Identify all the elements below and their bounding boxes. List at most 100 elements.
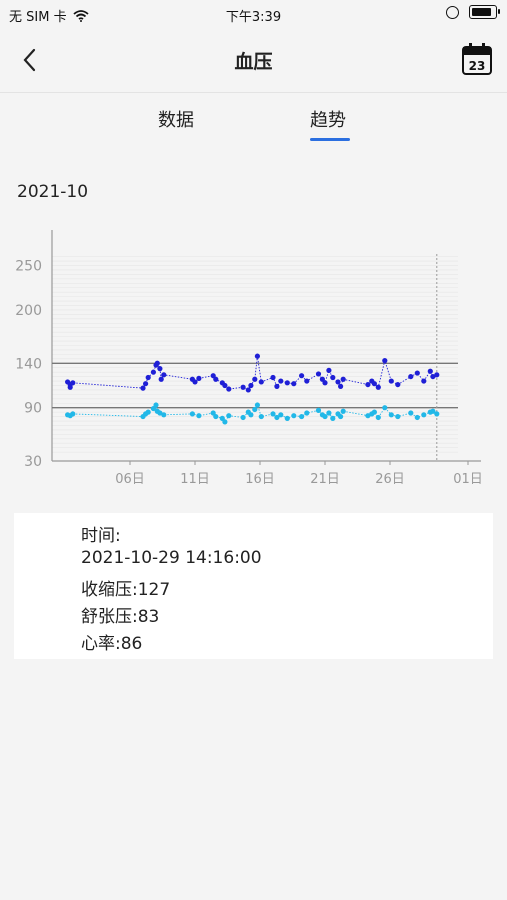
- diastolic-point: [330, 415, 336, 421]
- systolic-point: [291, 381, 297, 387]
- systolic-point: [226, 386, 232, 392]
- systolic-point: [322, 380, 328, 386]
- time-label: 时间:: [81, 526, 121, 546]
- systolic-point: [414, 370, 420, 376]
- systolic-point: [388, 378, 394, 384]
- diastolic-point: [70, 411, 76, 417]
- diastolic-point: [222, 419, 228, 425]
- diastolic-point: [258, 413, 264, 420]
- systolic-point: [340, 376, 346, 382]
- systolic-point: [375, 384, 381, 390]
- x-tick-label: 06日: [115, 472, 145, 487]
- systolic-point: [395, 381, 401, 388]
- systolic-point: [67, 384, 73, 390]
- rotation-lock-icon: [446, 5, 459, 19]
- diastolic-point: [248, 412, 254, 418]
- calendar-icon[interactable]: 23: [461, 42, 493, 76]
- battery-fill: [472, 8, 491, 16]
- reading-detail-card: 时间: 2021-10-29 14:16:00 收缩压:127 舒张压:83 心…: [14, 513, 493, 659]
- tab-data[interactable]: 数据: [158, 106, 194, 132]
- x-tick-label: 16日: [245, 472, 275, 487]
- systolic-value: 收缩压:127: [81, 580, 171, 600]
- systolic-point: [326, 367, 332, 373]
- page-title: 血压: [234, 51, 273, 73]
- diastolic-point: [153, 402, 159, 408]
- systolic-point: [154, 360, 160, 366]
- systolic-point: [427, 368, 433, 374]
- diastolic-point: [196, 413, 202, 419]
- diastolic-point: [382, 405, 388, 411]
- month-label: 2021-10: [17, 182, 89, 202]
- systolic-point: [421, 378, 427, 384]
- diastolic-point: [338, 413, 344, 420]
- systolic-point: [222, 382, 228, 389]
- diastolic-point: [252, 406, 258, 413]
- systolic-point: [274, 383, 280, 389]
- y-tick-label: 90: [24, 401, 42, 417]
- systolic-point: [335, 379, 341, 385]
- tab-active-indicator: [310, 138, 350, 141]
- systolic-point: [150, 369, 156, 375]
- diastolic-point: [340, 408, 346, 414]
- systolic-point: [408, 373, 414, 380]
- systolic-point: [299, 373, 305, 379]
- y-tick-label: 200: [15, 303, 42, 319]
- systolic-point: [192, 379, 198, 385]
- diastolic-point: [240, 414, 246, 421]
- systolic-point: [196, 375, 202, 381]
- systolic-point: [70, 380, 76, 386]
- diastolic-point: [414, 414, 420, 421]
- systolic-point: [315, 371, 322, 377]
- systolic-point: [145, 374, 151, 381]
- x-tick-label: 21日: [310, 472, 340, 487]
- systolic-point: [304, 378, 310, 384]
- diastolic-point: [315, 407, 322, 413]
- systolic-point: [270, 374, 276, 381]
- systolic-point: [245, 387, 251, 393]
- diastolic-point: [189, 411, 195, 417]
- systolic-point: [143, 381, 149, 387]
- diastolic-point: [322, 413, 328, 420]
- tab-trend[interactable]: 趋势: [310, 106, 346, 132]
- diastolic-point: [299, 413, 305, 420]
- systolic-point: [161, 372, 167, 378]
- systolic-point: [158, 376, 164, 382]
- systolic-point: [157, 366, 163, 372]
- x-tick-label: 01日: [453, 472, 483, 487]
- diastolic-value: 舒张压:83: [81, 607, 160, 627]
- systolic-point: [254, 353, 260, 359]
- diastolic-point: [434, 411, 440, 417]
- diastolic-point: [291, 413, 297, 419]
- heart-rate-value: 心率:86: [81, 634, 143, 654]
- systolic-point: [434, 372, 440, 378]
- calendar-day: 23: [469, 59, 486, 73]
- status-right-group: [446, 5, 500, 19]
- y-tick-label: 140: [15, 356, 42, 372]
- x-tick-label: 26日: [375, 472, 405, 487]
- battery-icon: [469, 5, 500, 19]
- diastolic-point: [270, 411, 276, 417]
- systolic-point: [330, 374, 336, 381]
- diastolic-point: [161, 412, 167, 418]
- systolic-point: [258, 379, 264, 385]
- diastolic-point: [145, 409, 151, 415]
- diastolic-point: [371, 409, 377, 415]
- systolic-point: [140, 385, 146, 391]
- diastolic-point: [304, 410, 310, 416]
- systolic-point: [248, 382, 254, 389]
- y-tick-label: 30: [24, 454, 42, 470]
- x-tick-label: 11日: [180, 472, 210, 487]
- diastolic-point: [226, 413, 232, 419]
- diastolic-point: [421, 412, 427, 418]
- systolic-point: [365, 381, 371, 388]
- systolic-point: [278, 378, 284, 384]
- systolic-point: [252, 376, 258, 382]
- systolic-point: [213, 376, 219, 382]
- bp-trend-chart[interactable]: 30 90 140 200 250 06日 11日 16日 21日 26日 01日: [0, 222, 507, 492]
- diastolic-point: [254, 402, 260, 408]
- systolic-point: [284, 380, 290, 386]
- y-tick-label: 250: [15, 259, 42, 275]
- status-bar: 无 SIM 卡 下午3:39: [0, 0, 507, 28]
- diastolic-point: [395, 413, 401, 420]
- systolic-point: [371, 381, 377, 387]
